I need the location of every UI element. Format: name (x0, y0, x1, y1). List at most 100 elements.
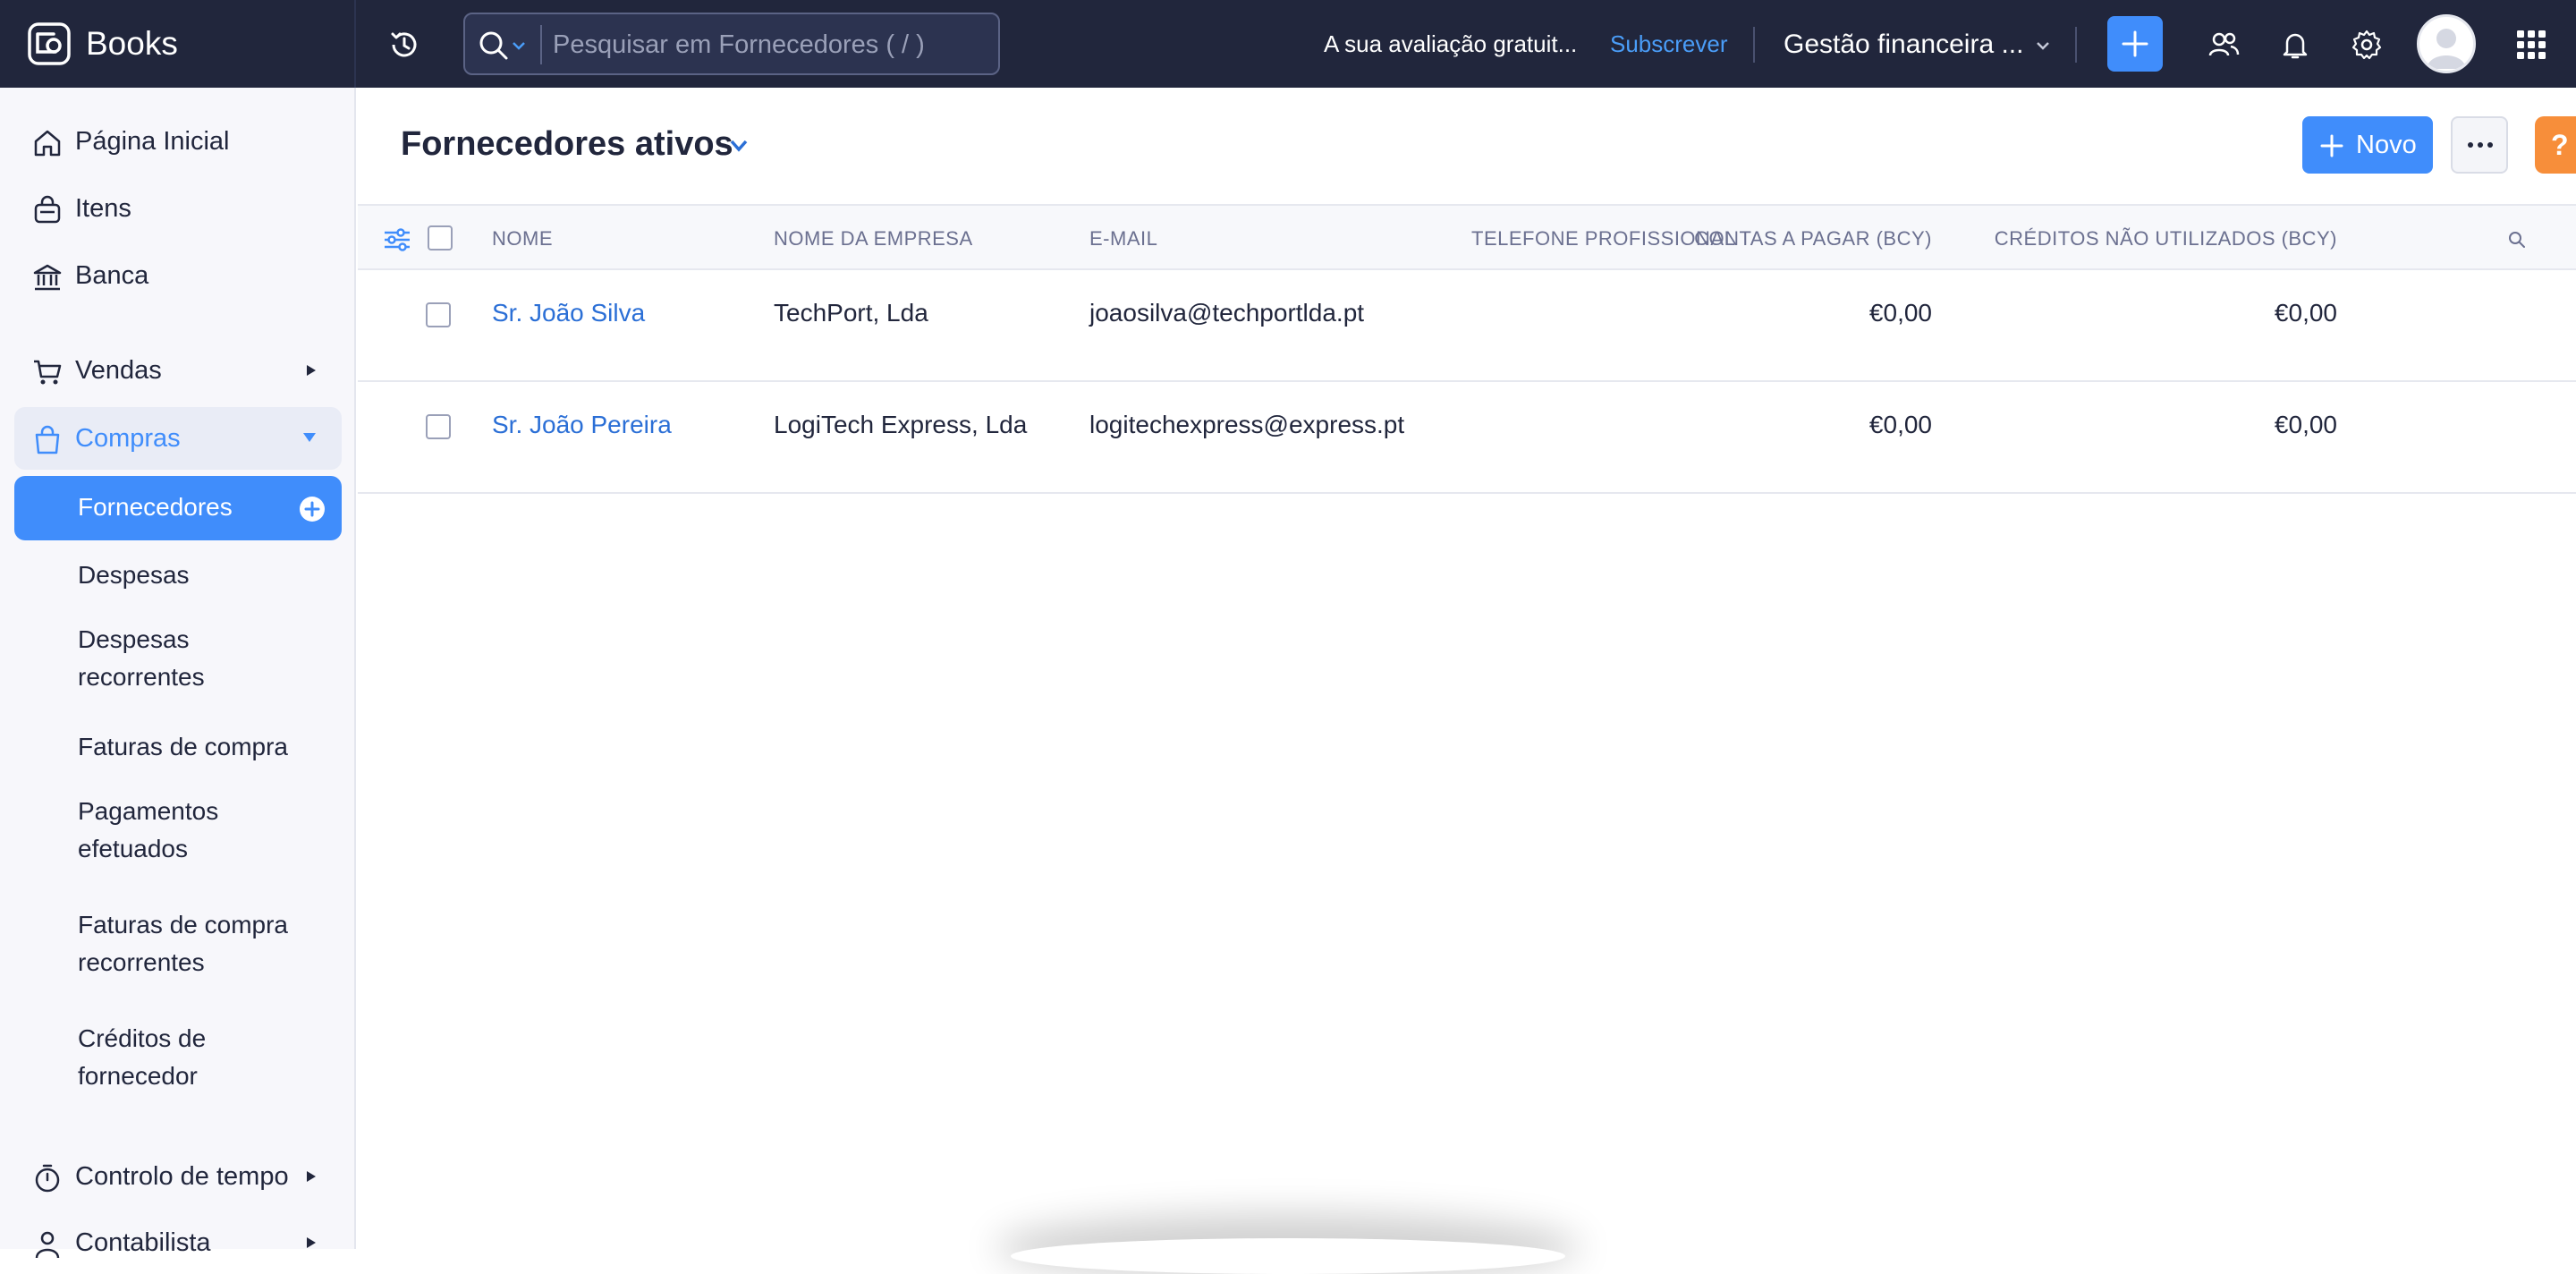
search-input[interactable] (553, 23, 982, 66)
divider (1753, 27, 1755, 63)
settings-gear-icon[interactable] (2351, 29, 2383, 61)
expand-arrow-right-icon (307, 1237, 316, 1248)
expand-arrow-right-icon (307, 365, 316, 376)
search-divider (540, 25, 542, 64)
sidebar-item-sales[interactable]: Vendas (14, 339, 342, 402)
table-row[interactable]: Sr. João Silva TechPort, Lda joaosilva@t… (358, 270, 2576, 382)
unused-credits-cell: €0,00 (2274, 411, 2337, 438)
app-name: Books (86, 25, 178, 62)
stopwatch-icon (35, 1164, 60, 1193)
recent-history-icon[interactable] (386, 27, 422, 63)
apps-grid-icon[interactable] (2515, 29, 2547, 61)
help-label: ? (2551, 129, 2569, 161)
email-cell: joaosilva@techportlda.pt (1089, 299, 1365, 327)
app-logo-area[interactable]: Books (0, 0, 356, 88)
search-box[interactable] (463, 13, 1000, 75)
view-selector-title[interactable]: Fornecedores ativos (401, 125, 733, 164)
sidebar-item-label: Vendas (75, 355, 162, 385)
company-name-cell: LogiTech Express, Lda (774, 411, 1028, 438)
sidebar-subitem-label: fornecedor (78, 1062, 198, 1090)
table-row[interactable]: Sr. João Pereira LogiTech Express, Lda l… (358, 382, 2576, 494)
column-header-email[interactable]: E-MAIL (1089, 227, 1157, 251)
column-header-payables[interactable]: CONTAS A PAGAR (BCY) (1694, 227, 1932, 251)
shopping-bag-icon (34, 195, 61, 224)
sidebar-subitem-expenses[interactable]: Despesas (14, 553, 342, 599)
row-checkbox[interactable] (426, 302, 451, 327)
help-button[interactable]: ? (2535, 116, 2576, 174)
sidebar-item-items[interactable]: Itens (14, 177, 342, 240)
new-vendor-button[interactable]: Novo (2302, 116, 2433, 174)
floating-panel-edge (1011, 1238, 1565, 1274)
trial-notice: A sua avaliação gratuit... (1324, 30, 1578, 57)
bank-icon (33, 264, 62, 291)
sidebar-item-label: Compras (75, 423, 181, 453)
sidebar-item-label: Contabilista (75, 1227, 211, 1257)
subscribe-link[interactable]: Subscrever (1610, 30, 1728, 58)
sidebar-item-time-tracking[interactable]: Controlo de tempo (14, 1145, 342, 1208)
sidebar-subitem-recurring-bills[interactable]: Faturas de compra recorrentes (14, 906, 342, 987)
notifications-bell-icon[interactable] (2279, 29, 2311, 61)
sidebar-subitem-label: Fornecedores (78, 493, 233, 521)
cart-icon (34, 360, 62, 385)
user-icon (35, 1231, 60, 1259)
sidebar-item-label: Página Inicial (75, 126, 230, 156)
column-header-company[interactable]: NOME DA EMPRESA (774, 227, 973, 251)
sidebar-subitem-label: Despesas (78, 625, 190, 653)
sidebar-item-label: Banca (75, 260, 149, 290)
books-logo-icon (28, 22, 71, 65)
main-content: Fornecedores ativos Novo ? NOME NOME DA … (358, 88, 2576, 1249)
new-button-label: Novo (2356, 131, 2417, 159)
column-header-unused-credits[interactable]: CRÉDITOS NÃO UTILIZADOS (BCY) (1995, 227, 2337, 251)
select-all-checkbox[interactable] (428, 225, 453, 251)
sidebar-item-banking[interactable]: Banca (14, 244, 342, 307)
payables-cell: €0,00 (1868, 299, 1932, 327)
sidebar-item-label: Itens (75, 193, 131, 223)
ellipsis-icon (2468, 142, 2493, 148)
sidebar-item-purchases[interactable]: Compras (14, 407, 342, 470)
sidebar-item-label: Controlo de tempo (75, 1161, 289, 1191)
sidebar-subitem-label: Créditos de (78, 1024, 207, 1052)
search-icon[interactable] (478, 30, 510, 62)
payables-cell: €0,00 (1868, 411, 1932, 438)
column-header-name[interactable]: NOME (492, 227, 553, 251)
view-chevron-down-icon[interactable] (730, 140, 748, 152)
sidebar-subitem-vendors[interactable]: Fornecedores (14, 476, 342, 540)
users-icon[interactable] (2207, 29, 2240, 61)
collapse-arrow-down-icon (303, 433, 316, 442)
sidebar-subitem-label: efetuados (78, 835, 188, 862)
sidebar-item-accountant[interactable]: Contabilista (14, 1211, 342, 1274)
email-cell: logitechexpress@express.pt (1089, 411, 1405, 438)
row-checkbox[interactable] (426, 414, 451, 439)
quick-create-button[interactable] (2107, 16, 2163, 72)
sidebar-subitem-recurring-expenses[interactable]: Despesas recorrentes (14, 621, 342, 701)
add-vendor-plus-circle-icon[interactable] (299, 496, 326, 522)
sidebar-item-home[interactable]: Página Inicial (14, 110, 342, 173)
sidebar-subitem-label: recorrentes (78, 948, 205, 976)
more-options-button[interactable] (2451, 116, 2508, 174)
table-search-icon[interactable] (2508, 231, 2526, 249)
organization-switcher[interactable]: Gestão financeira ... (1784, 30, 2023, 60)
column-customize-icon[interactable] (383, 227, 411, 252)
plus-icon (2122, 30, 2148, 57)
avatar-placeholder-icon (2427, 29, 2466, 69)
sidebar-subitem-bills[interactable]: Faturas de compra (14, 725, 342, 771)
sidebar-subitem-payments-made[interactable]: Pagamentos efetuados (14, 793, 342, 873)
sidebar-subitem-vendor-credits[interactable]: Créditos de fornecedor (14, 1020, 342, 1100)
company-name-cell: TechPort, Lda (774, 299, 928, 327)
expand-arrow-right-icon (307, 1171, 316, 1182)
sidebar-subitem-label: Faturas de compra (78, 911, 288, 939)
user-avatar[interactable] (2417, 14, 2476, 73)
purchase-bag-icon (35, 425, 60, 454)
table-header: NOME NOME DA EMPRESA E-MAIL TELEFONE PRO… (358, 204, 2576, 270)
unused-credits-cell: €0,00 (2274, 299, 2337, 327)
home-icon (34, 130, 61, 157)
sidebar-subitem-label: Faturas de compra (78, 733, 288, 760)
vendor-name-link[interactable]: Sr. João Silva (492, 299, 645, 327)
org-chevron-down-icon[interactable] (2036, 41, 2050, 50)
search-scope-chevron-down-icon[interactable] (512, 41, 526, 50)
sidebar-subitem-label: Pagamentos (78, 797, 219, 825)
sidebar-subitem-label: recorrentes (78, 663, 205, 691)
plus-icon (2320, 134, 2343, 157)
sidebar-subitem-label: Despesas (78, 561, 190, 589)
vendor-name-link[interactable]: Sr. João Pereira (492, 411, 672, 439)
